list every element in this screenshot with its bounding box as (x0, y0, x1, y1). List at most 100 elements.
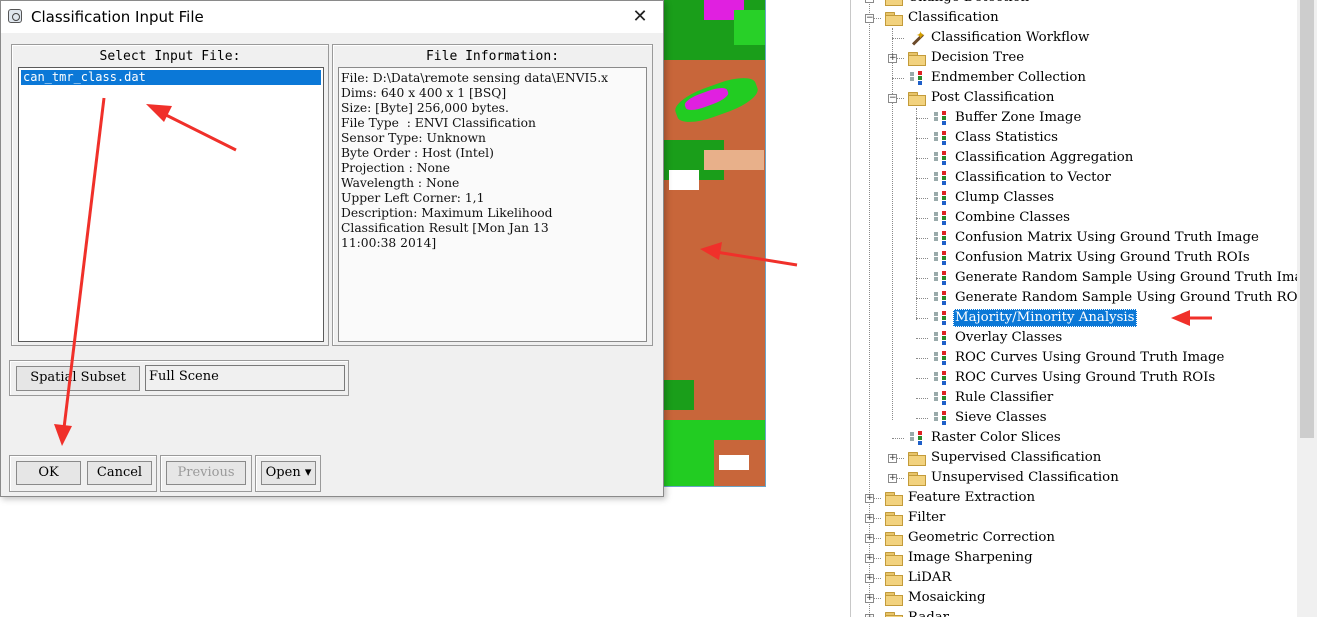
folder-icon (908, 452, 926, 466)
expand-icon[interactable]: + (888, 454, 897, 463)
expand-icon[interactable]: + (865, 554, 874, 563)
tree-item-change-detection[interactable]: + Change Detection (851, 0, 1297, 8)
collapse-icon[interactable]: − (888, 94, 897, 103)
collapse-icon[interactable]: − (865, 14, 874, 23)
tree-item-supervised-classification[interactable]: + Supervised Classification (851, 448, 1297, 468)
tree-item-generate-random-sample-using-ground-truth-rois[interactable]: Generate Random Sample Using Ground Trut… (851, 288, 1297, 308)
tree-item-decision-tree[interactable]: + Decision Tree (851, 48, 1297, 68)
select-input-panel: Select Input File: can_tmr_class.dat (11, 44, 329, 346)
input-file-item[interactable]: can_tmr_class.dat (21, 70, 321, 85)
tree-item-label: Image Sharpening (908, 550, 1033, 565)
tree-item-radar[interactable]: +Radar (851, 608, 1297, 617)
tree-item-overlay-classes[interactable]: Overlay Classes (851, 328, 1297, 348)
tree-item-label: Geometric Correction (908, 530, 1055, 545)
tree-item-combine-classes[interactable]: Combine Classes (851, 208, 1297, 228)
folder-icon (885, 532, 903, 546)
tree-item-post-classification[interactable]: − Post Classification (851, 88, 1297, 108)
expand-icon[interactable]: + (888, 474, 897, 483)
tree-item-classification[interactable]: − Classification (851, 8, 1297, 28)
tree-item-label: Raster Color Slices (931, 430, 1061, 445)
close-icon[interactable]: ✕ (627, 5, 653, 29)
tool-icon (932, 311, 946, 326)
open-dropdown-button[interactable]: Open ▾ (261, 461, 316, 485)
tree-scroll-thumb[interactable] (1300, 0, 1314, 438)
tree-item-classification-to-vector[interactable]: Classification to Vector (851, 168, 1297, 188)
tree-connector-line (916, 418, 928, 419)
tree-connector-line (916, 218, 928, 219)
tree-item-roc-curves-using-ground-truth-rois[interactable]: ROC Curves Using Ground Truth ROIs (851, 368, 1297, 388)
file-information-panel: File Information: File: D:\Data\remote s… (332, 44, 653, 346)
tree-item-class-statistics[interactable]: Class Statistics (851, 128, 1297, 148)
folder-icon (885, 552, 903, 566)
folder-icon (908, 92, 926, 106)
expand-icon[interactable]: + (865, 0, 874, 3)
tool-icon (908, 431, 922, 446)
file-info-line: Description: Maximum Likelihood (341, 206, 553, 220)
expand-icon[interactable]: + (865, 594, 874, 603)
folder-icon (885, 592, 903, 606)
ok-button[interactable]: OK (16, 461, 81, 485)
tree-connector-line (916, 378, 928, 379)
file-info-line: Classification Result [Mon Jan 13 (341, 221, 549, 235)
tree-item-label: Confusion Matrix Using Ground Truth Imag… (955, 230, 1259, 245)
tree-connector-line (916, 158, 928, 159)
input-file-list[interactable]: can_tmr_class.dat (18, 67, 324, 342)
tree-item-label: Change Detection (906, 0, 1031, 8)
tree-item-label: ROC Curves Using Ground Truth Image (955, 350, 1225, 365)
tree-item-label: Decision Tree (931, 50, 1025, 65)
tree-item-image-sharpening[interactable]: + Image Sharpening (851, 548, 1297, 568)
tree-item-confusion-matrix-using-ground-truth-rois[interactable]: Confusion Matrix Using Ground Truth ROIs (851, 248, 1297, 268)
tool-icon (932, 131, 946, 146)
tool-icon (932, 371, 946, 386)
folder-icon (885, 0, 903, 6)
tool-icon (932, 211, 946, 226)
tree-item-label: Supervised Classification (931, 450, 1102, 465)
tree-item-label: Endmember Collection (931, 70, 1086, 85)
tree-item-label: Classification to Vector (955, 170, 1111, 185)
tree-item-rule-classifier[interactable]: Rule Classifier (851, 388, 1297, 408)
tree-item-sieve-classes[interactable]: Sieve Classes (851, 408, 1297, 428)
dialog-title: Classification Input File (31, 8, 204, 26)
file-info-line: Dims: 640 x 400 x 1 [BSQ] (341, 86, 507, 100)
tree-connector-line (916, 138, 928, 139)
tree-item-confusion-matrix-using-ground-truth-image[interactable]: Confusion Matrix Using Ground Truth Imag… (851, 228, 1297, 248)
toolbox-tree: + Change Detection − Classification Classifi… (850, 0, 1297, 617)
expand-icon[interactable]: + (865, 514, 874, 523)
expand-icon[interactable]: + (865, 494, 874, 503)
tree-item-label: ROC Curves Using Ground Truth ROIs (955, 370, 1216, 385)
spatial-subset-group: Spatial Subset Full Scene (9, 360, 349, 396)
tree-item-endmember-collection[interactable]: Endmember Collection (851, 68, 1297, 88)
tree-item-mosaicking[interactable]: + Mosaicking (851, 588, 1297, 608)
tree-item-filter[interactable]: + Filter (851, 508, 1297, 528)
tree-item-label: Generate Random Sample Using Ground Trut… (955, 290, 1297, 305)
expand-icon[interactable]: + (888, 54, 897, 63)
tree-item-roc-curves-using-ground-truth-image[interactable]: ROC Curves Using Ground Truth Image (851, 348, 1297, 368)
tree-item-classification-workflow[interactable]: Classification Workflow (851, 26, 1297, 48)
tool-icon (932, 411, 946, 426)
tree-item-label: Unsupervised Classification (931, 470, 1119, 485)
tree-item-lidar[interactable]: + LiDAR (851, 568, 1297, 588)
tree-item-geometric-correction[interactable]: + Geometric Correction (851, 528, 1297, 548)
spatial-subset-button[interactable]: Spatial Subset (16, 366, 140, 391)
tree-scrollbar[interactable] (1297, 0, 1317, 617)
tree-item-label: Confusion Matrix Using Ground Truth ROIs (955, 250, 1250, 265)
expand-icon[interactable]: + (865, 574, 874, 583)
tool-icon (932, 391, 946, 406)
tree-item-generate-random-sample-using-ground-truth-imag[interactable]: Generate Random Sample Using Ground Trut… (851, 268, 1297, 288)
tree-item-label: Clump Classes (955, 190, 1055, 205)
tree-item-label: Radar (906, 608, 951, 617)
tree-item-raster-color-slices[interactable]: Raster Color Slices (851, 428, 1297, 448)
tree-item-majority-minority-analysis[interactable]: Majority/Minority Analysis (851, 308, 1297, 328)
tree-item-classification-aggregation[interactable]: Classification Aggregation (851, 148, 1297, 168)
tool-icon (932, 331, 946, 346)
tree-connector-line (916, 118, 928, 119)
tree-item-feature-extraction[interactable]: + Feature Extraction (851, 488, 1297, 508)
tree-item-unsupervised-classification[interactable]: + Unsupervised Classification (851, 468, 1297, 488)
tree-item-buffer-zone-image[interactable]: Buffer Zone Image (851, 108, 1297, 128)
file-info-line: Wavelength : None (341, 176, 460, 190)
cancel-button[interactable]: Cancel (87, 461, 152, 485)
previous-button[interactable]: Previous (166, 461, 246, 485)
tree-item-clump-classes[interactable]: Clump Classes (851, 188, 1297, 208)
expand-icon[interactable]: + (865, 534, 874, 543)
folder-icon (885, 612, 903, 617)
